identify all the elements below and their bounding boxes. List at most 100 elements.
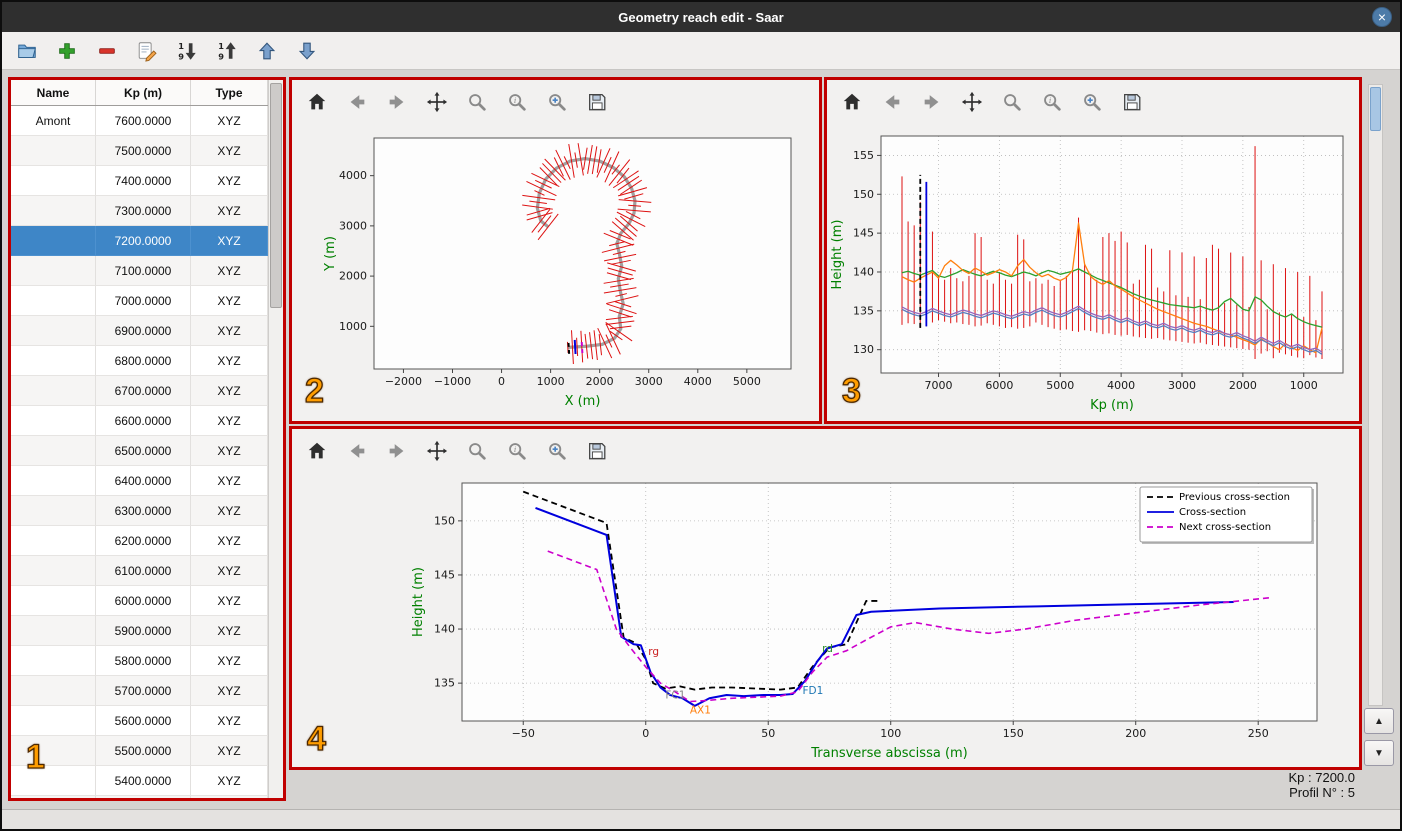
table-row[interactable]: 7200.0000 XYZ [11,226,268,256]
zoom-to-rect-button[interactable] [544,89,570,115]
table-header: Name Kp (m) Type [11,80,268,106]
forward-button[interactable] [384,89,410,115]
home-button[interactable] [304,89,330,115]
table-row[interactable]: 6100.0000 XYZ [11,556,268,586]
forward-button[interactable] [919,89,945,115]
close-button[interactable]: × [1372,7,1392,27]
back-button[interactable] [344,438,370,464]
cell-name [11,436,96,466]
svg-text:140: 140 [853,265,874,278]
table-row[interactable]: 5900.0000 XYZ [11,616,268,646]
cell-type: XYZ [191,406,268,436]
cross-section-canvas[interactable]: −50 0 50 100 150 200 250 135 140 145 150 Transverse… [292,473,1359,767]
table-row[interactable]: 5300.0000XYZ [11,796,268,798]
long-profile-canvas[interactable]: 7000 6000 5000 4000 3000 2000 1000 130 135 140 145… [827,124,1359,421]
zoom-rect-icon [546,91,568,113]
column-header[interactable]: Name [11,80,96,105]
table-row[interactable]: 6800.0000 XYZ [11,346,268,376]
svg-text:3000: 3000 [635,375,663,388]
table-row[interactable]: 6200.0000 XYZ [11,526,268,556]
table-row[interactable]: 7500.0000 XYZ [11,136,268,166]
save-icon [586,91,608,113]
cell-kp: 5300.0000 [96,796,191,798]
table-row[interactable]: 5700.0000 XYZ [11,676,268,706]
pan-button[interactable] [424,89,450,115]
configure-button[interactable]: i [504,89,530,115]
zoom-icon [1001,91,1023,113]
svg-text:1000: 1000 [339,320,367,333]
table-row[interactable]: 6000.0000 XYZ [11,586,268,616]
home-button[interactable] [839,89,865,115]
table-row[interactable]: 6400.0000 XYZ [11,466,268,496]
profile-up-button[interactable]: ▲ [1364,708,1394,734]
cell-type: XYZ [191,226,268,256]
zoom-to-rect-button[interactable] [1079,89,1105,115]
zoom-button[interactable] [464,89,490,115]
table-scrollbar-thumb[interactable] [270,83,282,308]
sort-desc-icon: 19 [176,40,198,62]
cell-name [11,676,96,706]
table-row[interactable]: 7400.0000 XYZ [11,166,268,196]
forward-button[interactable] [384,438,410,464]
configure-button[interactable]: i [504,438,530,464]
save-button[interactable] [584,89,610,115]
plan-view-canvas[interactable]: −2000 −1000 0 1000 2000 3000 4000 5000 1000 2000 3… [292,124,819,421]
edit-cross-section-button[interactable] [132,36,162,66]
table-row[interactable]: 6500.0000 XYZ [11,436,268,466]
table-row[interactable]: 6900.0000 XYZ [11,316,268,346]
table-row[interactable]: 5600.0000 XYZ [11,706,268,736]
profil-number: Profil N° : 5 [1289,785,1355,800]
sort-descending-button[interactable]: 19 [172,36,202,66]
vertical-scrollbar-thumb[interactable] [1370,87,1381,131]
home-icon [306,91,328,113]
zoom-button[interactable] [464,438,490,464]
add-cross-section-button[interactable] [52,36,82,66]
save-button[interactable] [1119,89,1145,115]
zoom-rect-icon [1081,91,1103,113]
plan-view-panel: i −2000 −1000 0 1000 2000 3000 4000 5000 1000 200… [289,77,822,424]
sort-ascending-button[interactable]: 19 [212,36,242,66]
cell-kp: 6700.0000 [96,376,191,406]
column-header[interactable]: Type [191,80,268,105]
move-down-button[interactable] [292,36,322,66]
back-button[interactable] [879,89,905,115]
table-row[interactable]: 5500.0000 XYZ [11,736,268,766]
table-body: Amont 7600.0000 XYZ 7500.0000 XYZ 7400.0000 XY… [11,106,268,798]
table-row[interactable]: 6300.0000 XYZ [11,496,268,526]
profile-down-button[interactable]: ▼ [1364,740,1394,766]
table-row[interactable]: 5400.0000 XYZ [11,766,268,796]
svg-text:X (m): X (m) [565,394,601,409]
cell-type: XYZ [191,706,268,736]
table-row[interactable]: 6600.0000 XYZ [11,406,268,436]
plot-toolbar: i [292,429,1359,473]
table-scrollbar[interactable] [268,80,283,798]
table-row[interactable]: 7300.0000 XYZ [11,196,268,226]
configure-button[interactable]: i [1039,89,1065,115]
window-title: Geometry reach edit - Saar [618,9,784,25]
table-row[interactable]: 7100.0000 XYZ [11,256,268,286]
cell-type: XYZ [191,766,268,796]
table-row[interactable]: 6700.0000 XYZ [11,376,268,406]
open-button[interactable] [12,36,42,66]
pan-button[interactable] [959,89,985,115]
pan-button[interactable] [424,438,450,464]
table-row[interactable]: 5800.0000 XYZ [11,646,268,676]
cell-name [11,196,96,226]
column-header[interactable]: Kp (m) [96,80,191,105]
move-up-icon [256,40,278,62]
zoom-button[interactable] [999,89,1025,115]
pan-icon [426,440,448,462]
home-button[interactable] [304,438,330,464]
cell-type: XYZ [191,586,268,616]
remove-cross-section-button[interactable] [92,36,122,66]
zoom-to-rect-button[interactable] [544,438,570,464]
table-row[interactable]: 7000.0000 XYZ [11,286,268,316]
back-button[interactable] [344,89,370,115]
move-up-button[interactable] [252,36,282,66]
down-triangle-icon: ▼ [1374,747,1384,759]
vertical-scrollbar[interactable] [1368,84,1383,706]
table-row[interactable]: Amont 7600.0000 XYZ [11,106,268,136]
save-button[interactable] [584,438,610,464]
cell-kp: 7600.0000 [96,106,191,136]
svg-text:9: 9 [218,51,224,61]
